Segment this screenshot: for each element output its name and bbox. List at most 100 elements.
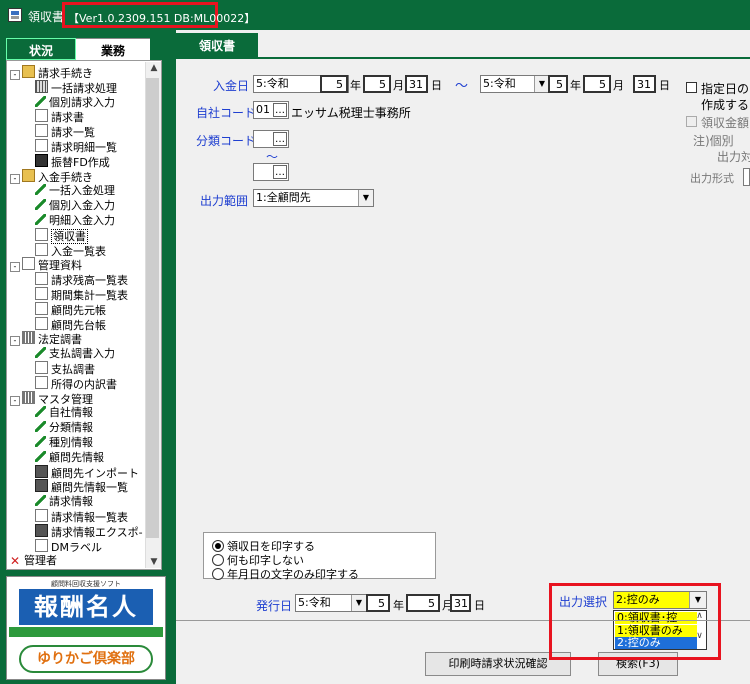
import-icon xyxy=(35,479,48,493)
tree-item[interactable]: 分類情報 xyxy=(35,420,93,435)
output-range-select[interactable]: 1:全顧問先 ▼ xyxy=(253,189,374,207)
receipt-amount-checkbox[interactable] xyxy=(686,116,697,127)
dropdown-arrow-icon[interactable]: ▼ xyxy=(358,190,373,206)
tree-item[interactable]: ✕ 管理者 xyxy=(10,553,57,568)
tree-item[interactable]: 一括請求処理 xyxy=(35,79,117,95)
issue-month-input[interactable]: 5 xyxy=(406,594,440,612)
tree-item[interactable]: 自社情報 xyxy=(35,405,93,420)
tree-item[interactable]: 種別情報 xyxy=(35,435,93,450)
product-logo: 顧問料回収支援ソフト 報酬名人 ゆりかご倶楽部 xyxy=(6,576,166,680)
year-unit: 年 xyxy=(393,599,404,612)
tree-item-label: 請求手続き xyxy=(38,67,93,80)
tree-item[interactable]: 顧問先台帳 xyxy=(35,316,106,332)
collapse-icon[interactable]: - xyxy=(10,262,20,273)
tab-business[interactable]: 業務 xyxy=(76,38,150,60)
bars-icon xyxy=(22,331,35,345)
dropdown-arrow-icon[interactable]: ▼ xyxy=(351,595,366,611)
tree-item-label: 支払調書入力 xyxy=(49,347,115,361)
tree-item[interactable]: - マスタ管理 xyxy=(10,390,93,406)
issue-era-select[interactable]: 5:令和 ▼ xyxy=(295,594,367,612)
tree-item[interactable]: 振替FD作成 xyxy=(35,153,110,169)
category-from-lookup-button[interactable]: … xyxy=(273,132,287,146)
app-icon xyxy=(8,8,22,22)
tree-item[interactable]: DMラベル xyxy=(35,538,102,554)
tree-item[interactable]: 所得の内訳書 xyxy=(35,375,117,391)
logo-subtitle: ゆりかご倶楽部 xyxy=(19,645,153,673)
document-icon xyxy=(35,375,48,389)
specified-date-checkbox[interactable] xyxy=(686,82,697,93)
category-to-lookup-button[interactable]: … xyxy=(273,165,287,179)
tree-item[interactable]: 期間集計一覧表 xyxy=(35,287,128,302)
window-title: 領収書 xyxy=(28,10,65,24)
issue-year-input[interactable]: 5 xyxy=(366,594,390,612)
tree-item[interactable]: 顧問先元帳 xyxy=(35,301,106,317)
document-icon xyxy=(35,272,48,286)
tree-item[interactable]: 個別請求入力 xyxy=(35,95,115,110)
tree-item[interactable]: 支払調書 xyxy=(35,361,95,376)
tab-status[interactable]: 状況 xyxy=(6,38,76,60)
tree-item[interactable]: - 法定調書 xyxy=(10,331,82,347)
deposit-date-label: 入金日 xyxy=(213,79,250,93)
tree-item[interactable]: 入金一覧表 xyxy=(35,242,106,258)
tree-item[interactable]: 支払調書入力 xyxy=(35,346,115,361)
category-code-from-input[interactable]: … xyxy=(253,130,289,148)
tree-item[interactable]: - 入金手続き xyxy=(10,168,93,184)
category-code-to-input[interactable]: … xyxy=(253,163,289,181)
tree-item[interactable]: 領収書 xyxy=(35,227,88,244)
tree-item[interactable]: 請求情報エクスポ- xyxy=(35,523,143,539)
tab-receipt[interactable]: 領収書 xyxy=(176,33,258,57)
logo-strip xyxy=(9,627,163,637)
dropdown-arrow-icon[interactable]: ▼ xyxy=(534,76,549,92)
tree-item-label: 顧問先情報一覧 xyxy=(51,481,128,495)
collapse-icon[interactable]: - xyxy=(10,70,20,80)
output-format-select[interactable] xyxy=(743,168,750,186)
tree-item-label: 管理者 xyxy=(24,554,57,568)
specified-date-label-2: 作成する xyxy=(701,98,750,112)
tree-item-label: 顧問先台帳 xyxy=(51,318,106,332)
print-option-radio[interactable] xyxy=(212,568,224,580)
day-unit: 日 xyxy=(474,599,485,612)
tree-item[interactable]: - 請求手続き xyxy=(10,65,93,80)
company-lookup-button[interactable]: … xyxy=(273,103,287,117)
tree-item[interactable]: 請求一覧 xyxy=(35,124,95,139)
tree-item-label: 個別入金入力 xyxy=(49,199,115,213)
collapse-icon[interactable]: - xyxy=(10,395,20,406)
tree-item-label: 請求情報一覧表 xyxy=(51,511,128,524)
tree-item[interactable]: 顧問先インポート xyxy=(35,464,139,480)
tree-item-label: 領収書 xyxy=(51,228,88,244)
tree-item[interactable]: 請求情報 xyxy=(35,494,93,509)
document-icon xyxy=(35,316,48,330)
tree-item[interactable]: 顧問先情報 xyxy=(35,450,104,465)
tree-item[interactable]: 顧問先情報一覧 xyxy=(35,479,128,494)
year-from-input[interactable]: 5 xyxy=(320,75,348,93)
document-icon xyxy=(35,139,48,152)
issue-day-input[interactable]: 31 xyxy=(450,594,471,612)
scroll-down-icon[interactable]: ▼ xyxy=(146,557,162,567)
scroll-thumb[interactable] xyxy=(146,78,159,538)
collapse-icon[interactable]: - xyxy=(10,336,20,347)
tree-item-label: 個別請求入力 xyxy=(49,95,115,109)
folder-icon xyxy=(22,168,35,182)
document-icon xyxy=(22,257,35,271)
scroll-up-icon[interactable]: ▲ xyxy=(146,63,162,73)
tree-item[interactable]: 請求書 xyxy=(35,109,84,124)
print-option-radio[interactable] xyxy=(212,540,224,552)
year-to-input[interactable]: 5 xyxy=(548,75,568,93)
tree-item-label: 請求残高一覧表 xyxy=(51,274,128,288)
collapse-icon[interactable]: - xyxy=(10,173,20,184)
print-option-radio[interactable] xyxy=(212,554,224,566)
tree-item[interactable]: 明細入金入力 xyxy=(35,213,115,228)
era-to-select[interactable]: 5:令和 ▼ xyxy=(480,75,550,93)
tree-item[interactable]: 請求情報一覧表 xyxy=(35,509,128,524)
day-from-input[interactable]: 31 xyxy=(405,75,428,93)
day-to-input[interactable]: 31 xyxy=(633,75,656,93)
tree-item[interactable]: 一括入金処理 xyxy=(35,183,115,198)
tree-item[interactable]: 請求残高一覧表 xyxy=(35,272,128,287)
tree-item[interactable]: - 管理資料 xyxy=(10,257,82,273)
pen-icon xyxy=(35,450,46,462)
company-code-input[interactable]: 01… xyxy=(253,101,289,119)
tree-item[interactable]: 個別入金入力 xyxy=(35,198,115,213)
month-from-input[interactable]: 5 xyxy=(363,75,391,93)
tree-item[interactable]: 請求明細一覧 xyxy=(35,139,117,154)
month-to-input[interactable]: 5 xyxy=(583,75,611,93)
